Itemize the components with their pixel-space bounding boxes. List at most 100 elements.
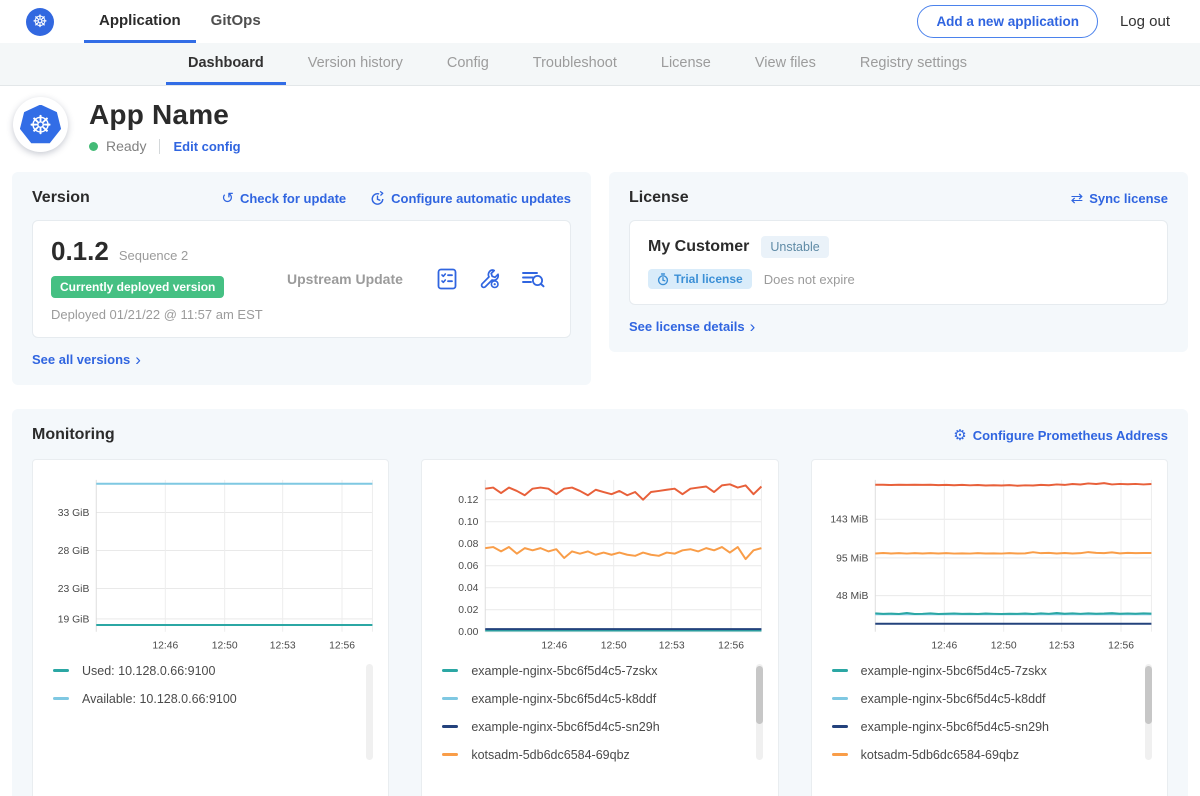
legend-item: kotsadm-5db6dc6584-69qbz (442, 748, 745, 762)
monitoring-title: Monitoring (32, 426, 115, 444)
svg-text:95 MiB: 95 MiB (836, 554, 868, 565)
legend-item: example-nginx-5bc6f5d4c5-k8ddf (442, 692, 745, 706)
legend-swatch-icon (832, 725, 848, 728)
svg-text:12:53: 12:53 (270, 641, 296, 652)
svg-text:28 GiB: 28 GiB (58, 546, 90, 557)
status-dot-icon (89, 142, 98, 151)
legend-item: Used: 10.128.0.66:9100 (53, 664, 356, 678)
topnav-tab-application[interactable]: Application (84, 0, 196, 43)
chevron-right-icon: › (135, 352, 141, 367)
see-all-versions-link[interactable]: See all versions › (32, 352, 571, 367)
svg-text:12:46: 12:46 (152, 641, 178, 652)
edit-config-values-icon[interactable] (477, 267, 502, 291)
svg-text:12:56: 12:56 (329, 641, 355, 652)
svg-text:12:56: 12:56 (1108, 641, 1134, 652)
edit-config-link[interactable]: Edit config (173, 139, 240, 154)
version-card: Version ↺ Check for update Configure aut… (12, 172, 591, 385)
topnav-tab-gitops[interactable]: GitOps (196, 0, 276, 43)
svg-text:12:53: 12:53 (659, 641, 685, 652)
svg-text:12:53: 12:53 (1048, 641, 1074, 652)
legend-label: example-nginx-5bc6f5d4c5-sn29h (471, 720, 659, 734)
legend-swatch-icon (53, 697, 69, 700)
add-application-button[interactable]: Add a new application (917, 5, 1098, 38)
svg-text:0.00: 0.00 (459, 628, 479, 639)
configure-automatic-updates-link[interactable]: Configure automatic updates (370, 191, 571, 206)
legend-label: example-nginx-5bc6f5d4c5-7zskx (861, 664, 1047, 678)
svg-text:12:50: 12:50 (212, 641, 238, 652)
page-title: App Name (89, 99, 241, 131)
sync-license-link[interactable]: ⇄ Sync license (1071, 191, 1168, 206)
top-nav: ☸ Application GitOps Add a new applicati… (0, 0, 1200, 43)
status-badge: Ready (106, 138, 146, 154)
monitoring-section: Monitoring ⚙ Configure Prometheus Addres… (12, 409, 1188, 796)
chevron-right-icon: › (750, 319, 756, 334)
app-brand[interactable]: ☸ (26, 0, 54, 43)
legend-label: Available: 10.128.0.66:9100 (82, 692, 237, 706)
legend-swatch-icon (442, 669, 458, 672)
svg-text:12:46: 12:46 (542, 641, 568, 652)
check-for-update-link[interactable]: ↺ Check for update (221, 191, 346, 206)
legend-swatch-icon (832, 697, 848, 700)
legend-swatch-icon (442, 725, 458, 728)
version-card-title: Version (32, 189, 90, 207)
tab-view-files[interactable]: View files (733, 43, 838, 85)
channel-badge: Unstable (761, 236, 828, 258)
configure-prometheus-link[interactable]: ⚙ Configure Prometheus Address (953, 428, 1168, 443)
svg-text:19 GiB: 19 GiB (58, 615, 90, 626)
cpu-usage-legend: example-nginx-5bc6f5d4c5-7zskx example-ng… (442, 664, 765, 782)
svg-text:0.02: 0.02 (459, 606, 479, 617)
legend-item: example-nginx-5bc6f5d4c5-7zskx (442, 664, 745, 678)
legend-scrollbar-track (366, 664, 373, 760)
legend-scrollbar-thumb[interactable] (756, 666, 763, 724)
topnav-spacer (276, 0, 918, 43)
legend-swatch-icon (53, 669, 69, 672)
legend-swatch-icon (442, 697, 458, 700)
svg-text:143 MiB: 143 MiB (830, 515, 868, 526)
memory-usage-chart: 143 MiB95 MiB48 MiB12:4612:5012:5312:56 (822, 472, 1157, 655)
svg-text:33 GiB: 33 GiB (58, 508, 90, 519)
license-card-title: License (629, 189, 689, 207)
disk-usage-legend: Used: 10.128.0.66:9100 Available: 10.128.… (53, 664, 376, 782)
version-number: 0.1.2 (51, 236, 109, 267)
divider (159, 139, 160, 154)
tab-troubleshoot[interactable]: Troubleshoot (511, 43, 639, 85)
tab-dashboard[interactable]: Dashboard (166, 43, 286, 85)
tab-license[interactable]: License (639, 43, 733, 85)
app-logo: ☸ (13, 97, 68, 152)
tab-config[interactable]: Config (425, 43, 511, 85)
legend-swatch-icon (442, 753, 458, 756)
svg-text:0.04: 0.04 (459, 583, 479, 594)
logout-button[interactable]: Log out (1120, 13, 1170, 30)
cpu-usage-chart: 0.000.020.040.060.080.100.1212:4612:5012… (432, 472, 767, 655)
tab-version-history[interactable]: Version history (286, 43, 425, 85)
svg-text:12:46: 12:46 (931, 641, 957, 652)
svg-text:0.10: 0.10 (459, 517, 479, 528)
legend-item: example-nginx-5bc6f5d4c5-k8ddf (832, 692, 1135, 706)
legend-item: example-nginx-5bc6f5d4c5-sn29h (442, 720, 745, 734)
legend-label: kotsadm-5db6dc6584-69qbz (471, 748, 629, 762)
svg-text:12:56: 12:56 (718, 641, 744, 652)
deploy-logs-icon[interactable] (520, 267, 546, 291)
preflight-checks-icon[interactable] (435, 267, 459, 291)
license-card: License ⇄ Sync license My Customer Unsta… (609, 172, 1188, 352)
app-sub-nav: Dashboard Version history Config Trouble… (0, 43, 1200, 86)
deployed-version-badge: Currently deployed version (51, 276, 224, 298)
license-details-box: My Customer Unstable Trial license Does … (629, 220, 1168, 305)
license-expiry: Does not expire (764, 272, 855, 287)
svg-text:12:50: 12:50 (990, 641, 1016, 652)
svg-text:0.08: 0.08 (459, 539, 479, 550)
kubernetes-logo-icon: ☸ (26, 8, 54, 36)
legend-item: example-nginx-5bc6f5d4c5-sn29h (832, 720, 1135, 734)
see-license-details-link[interactable]: See license details › (629, 319, 1168, 334)
version-sequence: Sequence 2 (119, 248, 188, 263)
legend-item: kotsadm-5db6dc6584-69qbz (832, 748, 1135, 762)
tab-registry-settings[interactable]: Registry settings (838, 43, 989, 85)
legend-scrollbar-thumb[interactable] (1145, 666, 1152, 724)
svg-text:0.12: 0.12 (459, 495, 479, 506)
legend-swatch-icon (832, 753, 848, 756)
svg-text:0.06: 0.06 (459, 561, 479, 572)
current-version-box: 0.1.2 Sequence 2 Currently deployed vers… (32, 220, 571, 338)
stopwatch-icon (657, 273, 669, 286)
svg-text:23 GiB: 23 GiB (58, 584, 90, 595)
legend-label: example-nginx-5bc6f5d4c5-7zskx (471, 664, 657, 678)
